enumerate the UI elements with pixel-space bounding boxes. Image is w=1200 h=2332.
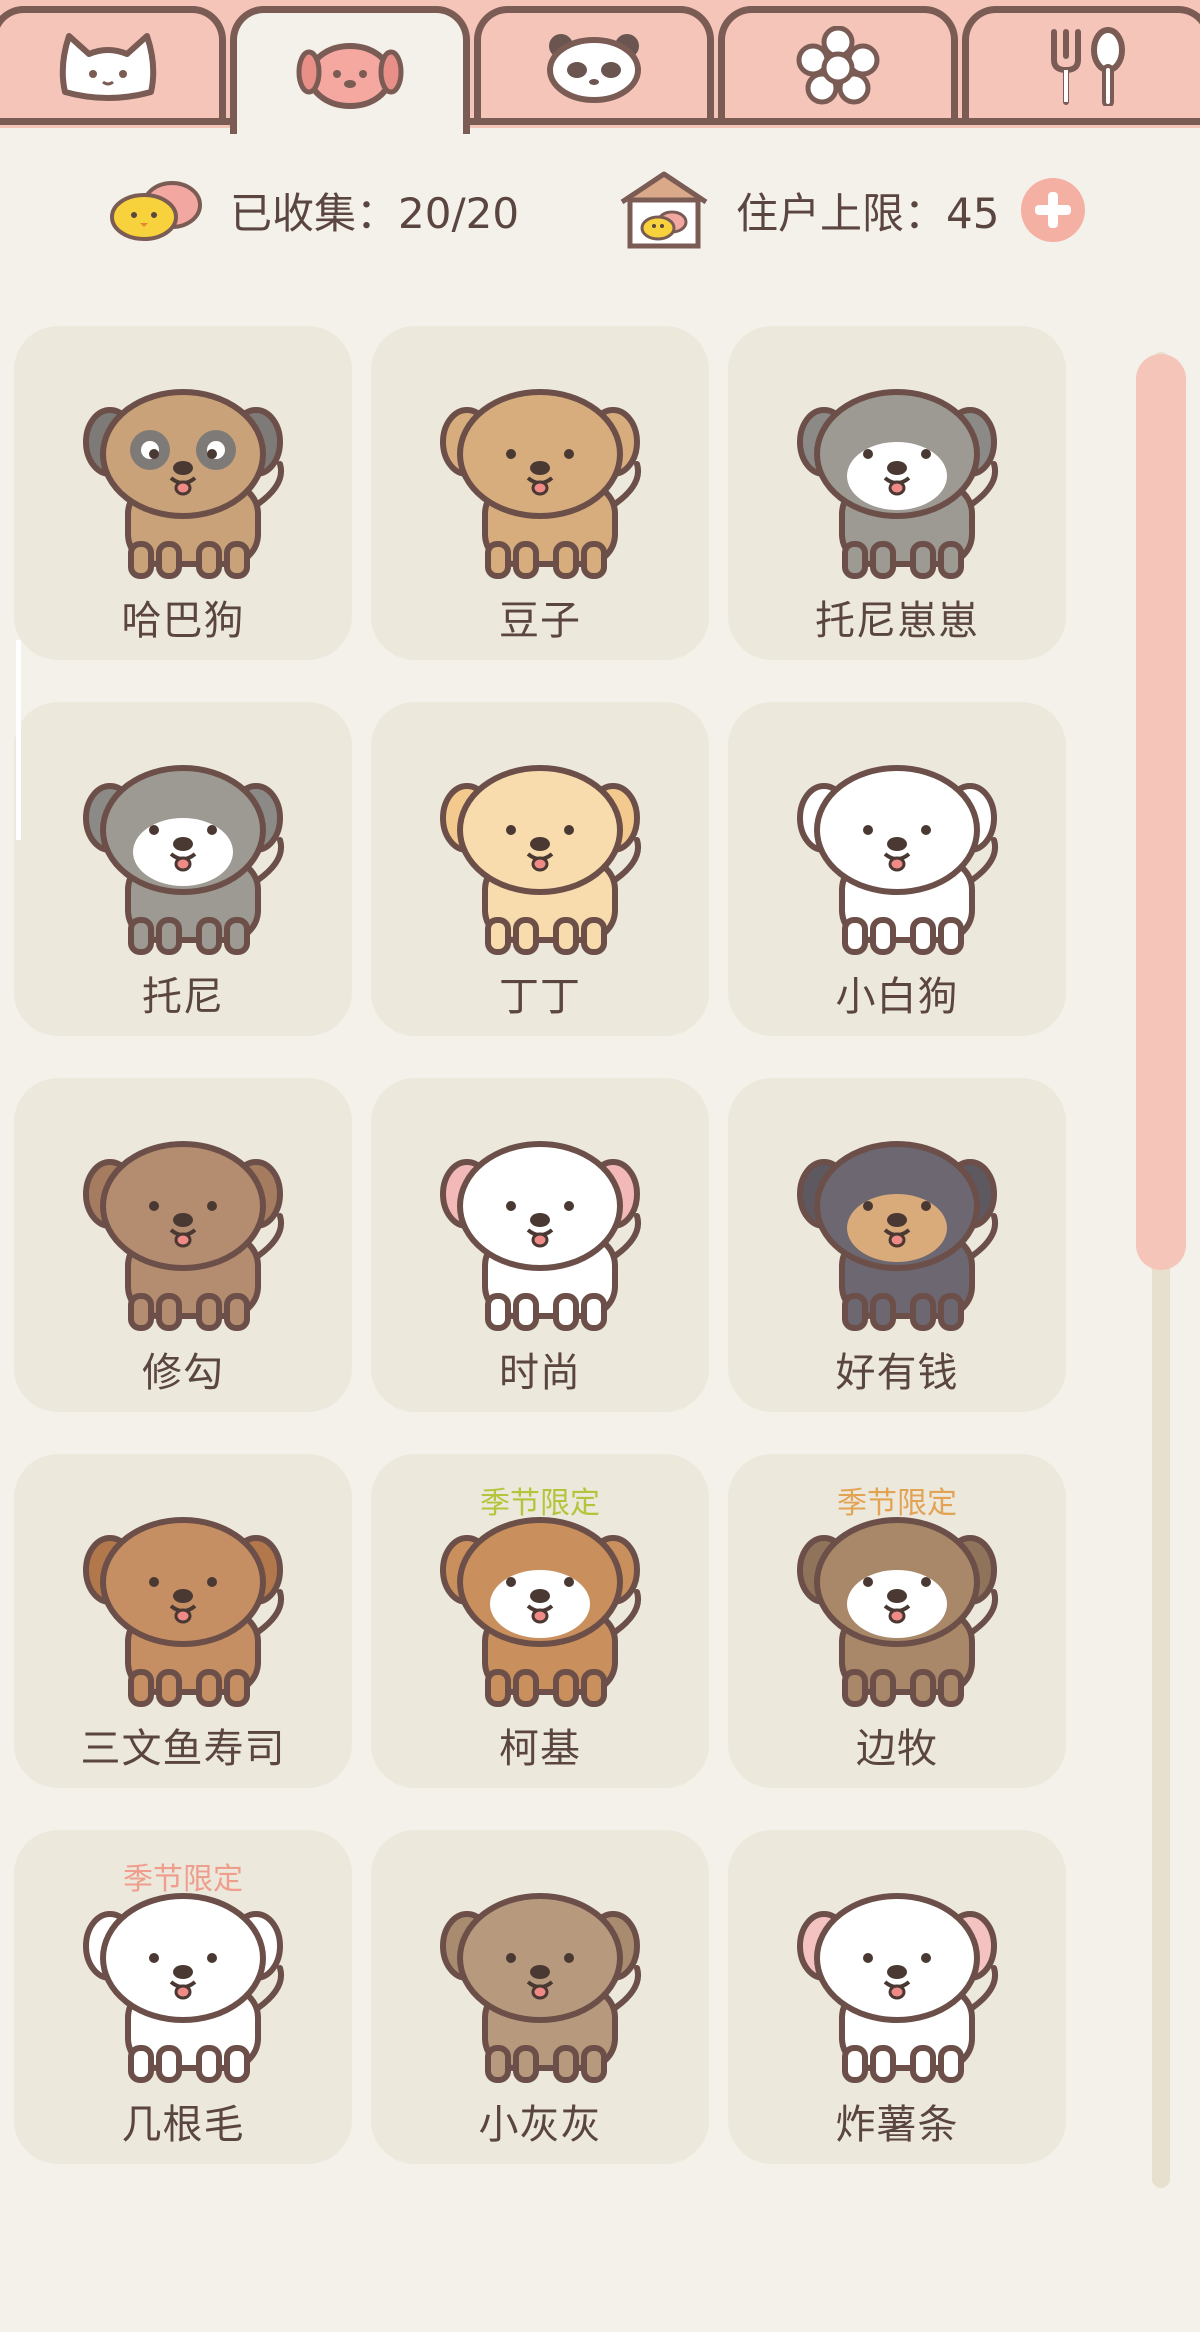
dog-face-icon xyxy=(296,42,404,109)
dog-illustration xyxy=(440,765,641,955)
fork-spoon-icon xyxy=(1051,26,1125,106)
stats-row: 已收集：20/20 住户上限：45 xyxy=(0,160,1200,260)
dog-illustration xyxy=(797,389,998,579)
dog-name: 边牧 xyxy=(856,1726,938,1772)
dog-card[interactable]: 托尼 xyxy=(14,702,352,1036)
dog-card[interactable]: 小灰灰 xyxy=(371,1830,709,2164)
dog-illustration xyxy=(797,765,998,955)
dog-illustration xyxy=(440,1517,641,1707)
dog-name: 修勾 xyxy=(142,1350,224,1396)
collected-stat: 已收集：20/20 xyxy=(104,160,519,260)
dog-illustration xyxy=(440,389,641,579)
dog-card[interactable]: 哈巴狗 xyxy=(14,326,352,660)
dog-name: 豆子 xyxy=(499,598,581,644)
tab-flowers[interactable] xyxy=(718,6,958,118)
seasonal-badge: 季节限定 xyxy=(123,1862,243,1897)
dog-illustration xyxy=(440,1893,641,2083)
dog-name: 时尚 xyxy=(499,1350,581,1396)
dog-card[interactable]: 修勾 xyxy=(14,1078,352,1412)
panda-face-icon xyxy=(547,33,641,103)
collected-count: 已收集：20/20 xyxy=(230,188,520,238)
tab-bar-divider xyxy=(0,118,1200,125)
house-icon xyxy=(614,168,714,252)
tab-food[interactable] xyxy=(962,6,1200,118)
dog-card[interactable]: 好有钱 xyxy=(728,1078,1066,1412)
residents-stat: 住户上限：45 xyxy=(614,160,1086,260)
dog-illustration xyxy=(797,1893,998,2083)
dog-name: 好有钱 xyxy=(835,1350,959,1396)
dog-card[interactable]: 季节限定 几根毛 xyxy=(14,1830,352,2164)
dog-name: 托尼 xyxy=(142,974,224,1020)
dog-name: 小灰灰 xyxy=(478,2102,602,2148)
dog-name: 柯基 xyxy=(499,1726,581,1772)
dog-name: 哈巴狗 xyxy=(121,598,245,644)
dog-illustration xyxy=(797,1517,998,1707)
dog-name: 托尼崽崽 xyxy=(815,598,979,644)
dog-card[interactable]: 时尚 xyxy=(371,1078,709,1412)
add-residents-button[interactable] xyxy=(1021,178,1086,242)
tab-cats[interactable] xyxy=(0,6,226,118)
dog-illustration xyxy=(440,1141,641,1331)
dog-card[interactable]: 季节限定 边牧 xyxy=(728,1454,1066,1788)
dog-illustration xyxy=(797,1141,998,1331)
dog-collection-grid: 哈巴狗 豆子 托尼崽崽 托尼 丁丁 小白狗 修勾 时尚 好有钱 三文鱼寿司 季节… xyxy=(14,326,1074,2164)
chick-pair-icon xyxy=(104,177,208,243)
dog-card[interactable]: 小白狗 xyxy=(728,702,1066,1036)
dog-illustration xyxy=(83,765,284,955)
tab-pandas[interactable] xyxy=(474,6,714,118)
dog-card[interactable]: 豆子 xyxy=(371,326,709,660)
seasonal-badge: 季节限定 xyxy=(837,1486,957,1521)
seasonal-badge: 季节限定 xyxy=(480,1486,600,1521)
edge-highlight xyxy=(16,640,21,840)
tab-bar xyxy=(0,0,1200,134)
dog-illustration xyxy=(83,389,284,579)
tab-dogs[interactable] xyxy=(230,6,470,134)
dog-name: 小白狗 xyxy=(835,974,959,1020)
scrollbar-thumb[interactable] xyxy=(1136,354,1186,1270)
cat-face-icon xyxy=(59,32,157,101)
flower-icon xyxy=(796,25,880,104)
dog-name: 丁丁 xyxy=(499,974,581,1020)
dog-card[interactable]: 托尼崽崽 xyxy=(728,326,1066,660)
dog-card[interactable]: 丁丁 xyxy=(371,702,709,1036)
dog-card[interactable]: 季节限定 柯基 xyxy=(371,1454,709,1788)
dog-illustration xyxy=(83,1141,284,1331)
dog-name: 几根毛 xyxy=(121,2102,245,2148)
dog-card[interactable]: 炸薯条 xyxy=(728,1830,1066,2164)
dog-illustration xyxy=(83,1517,284,1707)
dog-name: 三文鱼寿司 xyxy=(80,1726,286,1772)
dog-illustration xyxy=(83,1893,284,2083)
dog-card[interactable]: 三文鱼寿司 xyxy=(14,1454,352,1788)
dog-name: 炸薯条 xyxy=(835,2102,959,2148)
residents-limit: 住户上限：45 xyxy=(736,188,1000,238)
